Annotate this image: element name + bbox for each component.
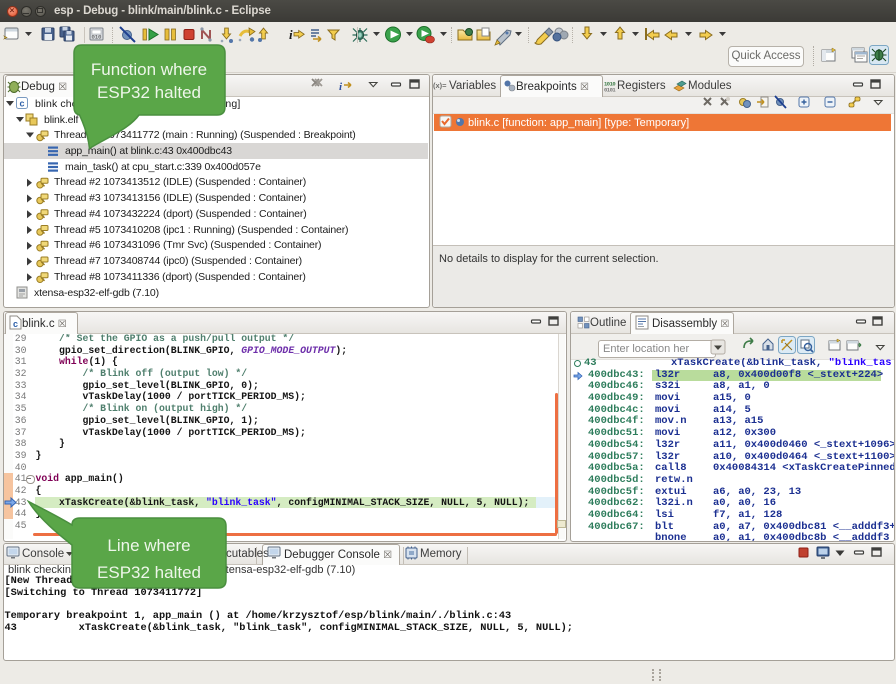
svg-text:Line where: Line where [107, 536, 190, 555]
svg-text:c: c [13, 319, 18, 329]
svg-text:Function where: Function where [91, 60, 207, 79]
svg-text:ESP32 halted: ESP32 halted [97, 83, 201, 102]
svg-text:ESP32 halted: ESP32 halted [97, 563, 201, 582]
svg-text:0101: 0101 [604, 87, 616, 94]
svg-text:(x)=: (x)= [433, 81, 447, 90]
